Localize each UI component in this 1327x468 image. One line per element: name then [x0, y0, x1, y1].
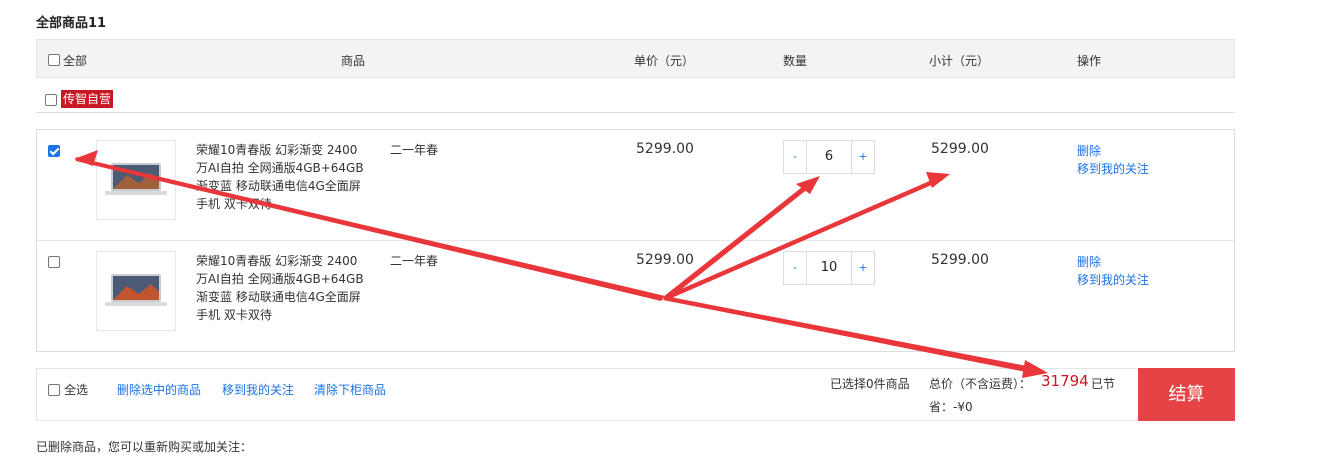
- increase-quantity-button[interactable]: +: [851, 252, 874, 284]
- saved-amount: 省：-¥0: [929, 400, 973, 414]
- product-spec: 二一年春: [390, 143, 439, 157]
- unit-price: 5299.00: [636, 252, 694, 268]
- delete-item-link[interactable]: 删除: [1077, 253, 1101, 270]
- cart-item-row: 荣耀10青春版 幻彩渐变 2400万AI自拍 全网通版4GB+64GB 渐变蓝 …: [37, 241, 1234, 351]
- laptop-image: [105, 163, 167, 195]
- selected-count: 已选择0件商品: [830, 377, 910, 391]
- product-spec: 二一年春: [390, 254, 439, 268]
- checkout-button[interactable]: 结算: [1138, 368, 1235, 421]
- quantity-input[interactable]: 6: [807, 141, 851, 173]
- item-subtotal: 5299.00: [931, 252, 989, 268]
- increase-quantity-button[interactable]: +: [851, 141, 874, 173]
- cart-item-row: 荣耀10青春版 幻彩渐变 2400万AI自拍 全网通版4GB+64GB 渐变蓝 …: [37, 130, 1234, 241]
- unit-price: 5299.00: [636, 141, 694, 157]
- item-checkbox[interactable]: [48, 145, 60, 157]
- quantity-stepper: - 6 +: [783, 140, 875, 174]
- actions-column-header: 操作: [1077, 54, 1102, 68]
- quantity-input[interactable]: 10: [807, 252, 851, 284]
- subtotal-column-header: 小计（元）: [929, 54, 990, 68]
- delete-item-link[interactable]: 删除: [1077, 142, 1101, 159]
- deleted-items-notice: 已删除商品，您可以重新购买或加关注：: [36, 440, 253, 454]
- footer-select-all-label: 全选: [64, 383, 89, 397]
- product-thumbnail[interactable]: [96, 251, 176, 331]
- product-thumbnail[interactable]: [96, 140, 176, 220]
- product-name[interactable]: 荣耀10青春版 幻彩渐变 2400万AI自拍 全网通版4GB+64GB 渐变蓝 …: [196, 141, 366, 213]
- item-checkbox[interactable]: [48, 256, 60, 268]
- footer-select-all-checkbox[interactable]: [48, 384, 60, 396]
- quantity-stepper: - 10 +: [783, 251, 875, 285]
- item-subtotal: 5299.00: [931, 141, 989, 157]
- cart-footer: 全选 删除选中的商品 移到我的关注 清除下柜商品 已选择0件商品 总价（不含运费…: [36, 368, 1235, 421]
- saved-label: 已节: [1091, 377, 1116, 391]
- move-to-follow-link[interactable]: 移到我的关注: [1077, 160, 1149, 177]
- decrease-quantity-button[interactable]: -: [784, 141, 807, 173]
- shop-name-badge: 传智自营: [61, 90, 114, 108]
- move-to-follow-link[interactable]: 移到我的关注: [222, 381, 294, 398]
- move-to-follow-link[interactable]: 移到我的关注: [1077, 271, 1149, 288]
- total-label: 总价（不含运费）：: [929, 377, 1032, 391]
- delete-selected-link[interactable]: 删除选中的商品: [117, 381, 201, 398]
- unit-price-column-header: 单价（元）: [634, 54, 695, 68]
- product-name[interactable]: 荣耀10青春版 幻彩渐变 2400万AI自拍 全网通版4GB+64GB 渐变蓝 …: [196, 252, 366, 324]
- product-column-header: 商品: [341, 54, 366, 68]
- clear-removed-link[interactable]: 清除下柜商品: [314, 381, 386, 398]
- total-price: 31794: [1041, 372, 1089, 390]
- laptop-image: [105, 274, 167, 306]
- shop-checkbox[interactable]: [45, 94, 57, 106]
- select-all-label: 全部: [63, 54, 88, 68]
- divider: [36, 112, 1235, 113]
- select-all-checkbox[interactable]: [48, 54, 60, 66]
- page-title: 全部商品11: [36, 16, 107, 31]
- cart-table-header: 全部 商品 单价（元） 数量 小计（元） 操作: [36, 39, 1235, 78]
- quantity-column-header: 数量: [783, 54, 808, 68]
- cart-items: 荣耀10青春版 幻彩渐变 2400万AI自拍 全网通版4GB+64GB 渐变蓝 …: [36, 129, 1235, 352]
- decrease-quantity-button[interactable]: -: [784, 252, 807, 284]
